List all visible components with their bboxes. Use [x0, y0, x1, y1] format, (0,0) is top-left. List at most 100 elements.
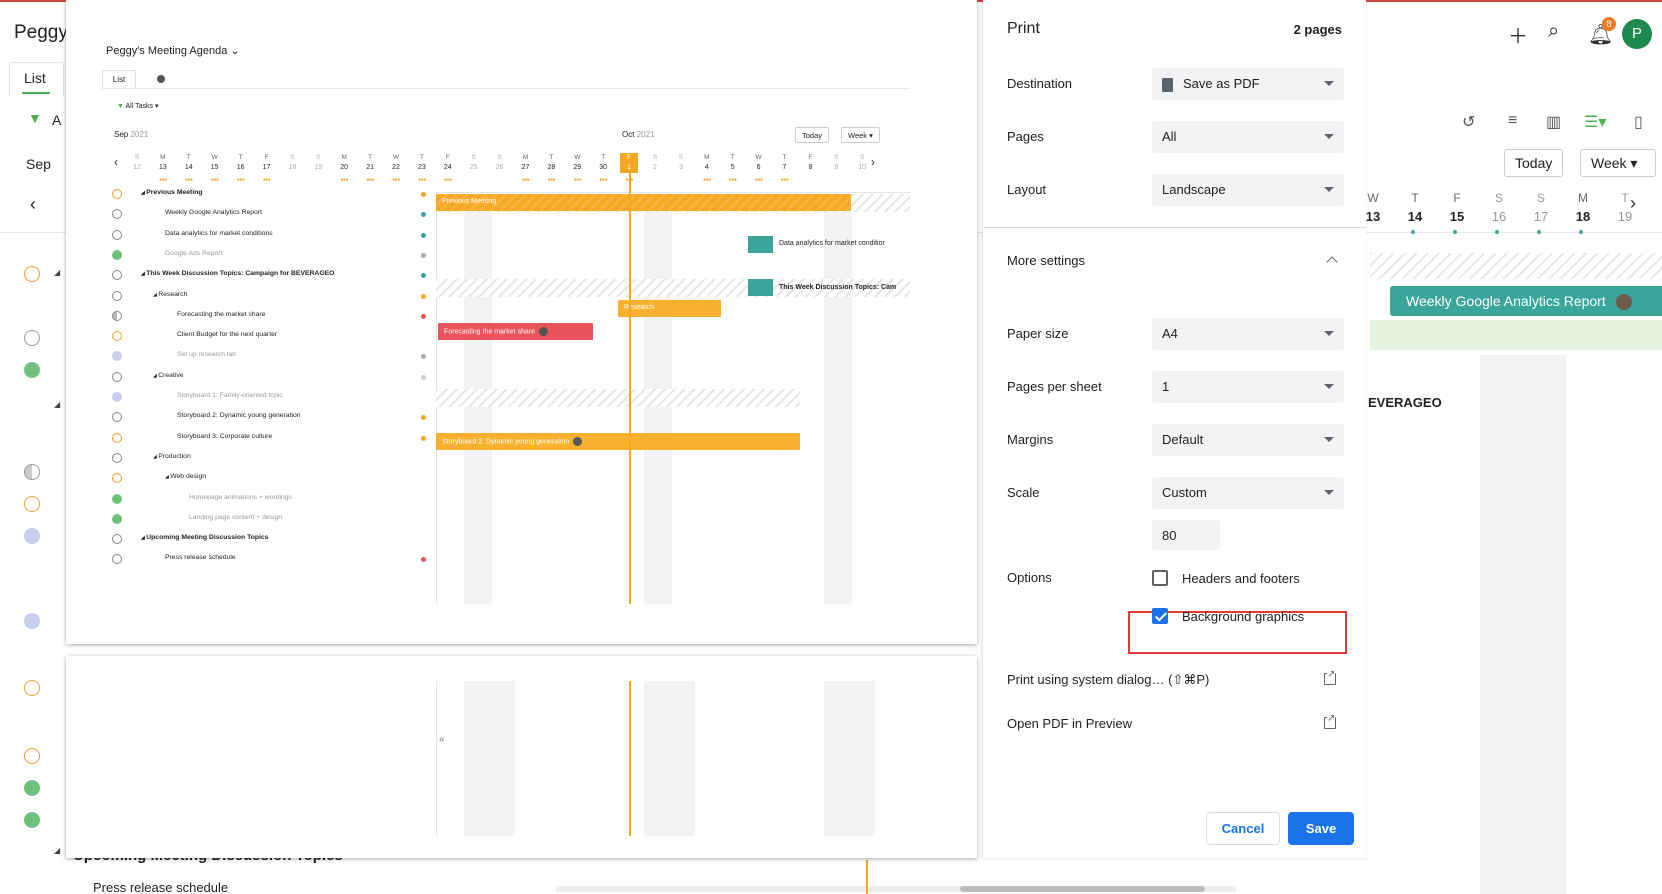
calendar-day: F 24 [443, 154, 452, 171]
chevron-left-icon[interactable]: ‹ [30, 194, 36, 215]
list-view-icon[interactable]: ≡ [1508, 112, 1517, 130]
task-status-icon[interactable] [24, 464, 40, 480]
summary-bar [1370, 253, 1662, 279]
filter-icon[interactable]: ▼ [28, 110, 42, 126]
task-status-icon[interactable] [24, 266, 40, 282]
caret-down-icon [1324, 437, 1334, 442]
day-marker: ●●● [185, 177, 193, 183]
caret-down-icon [1324, 331, 1334, 336]
row-label: EVERAGEO [1368, 395, 1442, 410]
cancel-button[interactable]: Cancel [1206, 812, 1280, 845]
gantt-view-icon[interactable]: ☰▾ [1584, 112, 1606, 132]
today-line [866, 860, 868, 894]
calendar-day: F 15 [1449, 191, 1465, 224]
week-dropdown[interactable]: Week ▾ [1580, 149, 1656, 177]
add-icon[interactable]: ＋ [1508, 20, 1528, 49]
pages-per-sheet-select[interactable]: 1 [1152, 371, 1344, 403]
weekend-column [1480, 355, 1524, 894]
expand-triangle-icon[interactable]: ◢ [54, 268, 60, 277]
background-graphics-checkbox[interactable] [1152, 608, 1168, 624]
task-status-icon[interactable] [24, 680, 40, 696]
task-status-icon[interactable] [24, 748, 40, 764]
undo-icon[interactable]: ↺ [1462, 112, 1475, 132]
avatar[interactable]: P [1622, 19, 1652, 49]
month-label: Sep [26, 156, 51, 172]
panel-toggle-icon[interactable]: ▯ [1634, 112, 1643, 132]
background-graphics-label[interactable]: Background graphics [1182, 609, 1304, 624]
destination-label: Destination [1007, 76, 1073, 91]
task-status-icon[interactable] [24, 613, 40, 629]
tab-list[interactable]: List [24, 70, 46, 86]
weekend-column [824, 681, 875, 836]
calendar-day: S 16 [1491, 191, 1507, 224]
calendar-day: W 15 [210, 154, 219, 171]
layout-select[interactable]: Landscape [1152, 174, 1344, 206]
paper-size-select[interactable]: A4 [1152, 318, 1344, 350]
status-dot [421, 374, 426, 380]
chevron-up-icon[interactable] [1326, 256, 1338, 268]
day-marker: ●●● [392, 177, 400, 183]
task-status-icon [112, 270, 122, 281]
app-title: Peggy [14, 22, 68, 43]
status-dot [421, 252, 426, 258]
calendar-day: M 27 [521, 154, 530, 171]
external-link-icon[interactable] [1324, 669, 1336, 685]
day-marker [1495, 230, 1499, 234]
day-marker: ●●● [418, 177, 426, 183]
pages-select[interactable]: All [1152, 121, 1344, 153]
system-dialog-link[interactable]: Print using system dialog… (⇧⌘P) [1007, 672, 1209, 688]
today-button[interactable]: Today [1504, 149, 1564, 177]
calendar-day: S3 [678, 154, 684, 171]
task-name: Press release schedule [165, 554, 236, 562]
dialog-title: Print [1007, 20, 1040, 37]
external-link-icon[interactable] [1324, 713, 1336, 729]
chevron-right-icon[interactable]: › [1630, 193, 1636, 214]
filter-label[interactable]: A [52, 112, 61, 128]
more-settings-toggle[interactable]: More settings [1007, 253, 1085, 268]
calendar-day: S 18 [288, 154, 297, 171]
weekend-column [644, 681, 695, 836]
headers-footers-label[interactable]: Headers and footers [1182, 571, 1300, 586]
search-icon[interactable]: ⌕ [1548, 20, 1559, 43]
scale-input[interactable]: 80 [1152, 520, 1220, 550]
headers-footers-checkbox[interactable] [1152, 570, 1168, 586]
task-status-icon[interactable] [24, 330, 40, 346]
expand-triangle-icon[interactable]: ◢ [54, 846, 60, 855]
calendar-day: T 23 [417, 154, 426, 171]
task-complete-icon[interactable] [24, 362, 40, 378]
task-status-icon[interactable] [24, 496, 40, 512]
expand-triangle-icon[interactable]: ◢ [54, 400, 60, 409]
save-button[interactable]: Save [1288, 812, 1354, 845]
task-status-icon[interactable] [24, 528, 40, 544]
day-marker: ●●● [236, 177, 245, 183]
task-complete-icon[interactable] [24, 780, 40, 796]
margins-select[interactable]: Default [1152, 424, 1344, 456]
task-status-icon [112, 249, 122, 260]
gantt-bar-label: Forecasting the market share [444, 328, 536, 336]
margins-label: Margins [1007, 432, 1054, 447]
task-name: ◢ This Week Discussion Topics: Campaign … [141, 270, 335, 278]
task-name: ◢ Research [153, 290, 188, 298]
scale-select[interactable]: Custom [1152, 477, 1344, 509]
gantt-bar [748, 279, 773, 296]
task-name: Google Ads Report [165, 249, 223, 257]
calendar-day: T5 [730, 154, 735, 171]
task-complete-icon[interactable] [24, 812, 40, 828]
day-marker: ●●● [159, 177, 167, 183]
gantt-bar: Storyboard 2: Dynamic young generation [436, 433, 800, 450]
scrollbar-thumb[interactable] [960, 886, 1205, 892]
avatar [573, 437, 583, 446]
avatar [539, 327, 549, 336]
gantt-bar-label: Data analytics for market conditior [779, 240, 885, 247]
open-pdf-link[interactable]: Open PDF in Preview [1007, 716, 1132, 731]
notification-badge: 8 [1602, 17, 1616, 31]
task-status-icon [112, 290, 122, 301]
filter-dropdown: ▼ All Tasks ▾ [117, 103, 159, 110]
destination-select[interactable]: Save as PDF [1152, 68, 1344, 100]
task-status-icon [112, 331, 122, 342]
board-view-icon[interactable]: ▥ [1546, 112, 1561, 132]
day-marker [1537, 230, 1541, 234]
task-bar[interactable]: Weekly Google Analytics Report [1390, 286, 1662, 316]
task-status-icon [112, 189, 122, 199]
today-line [629, 681, 631, 836]
